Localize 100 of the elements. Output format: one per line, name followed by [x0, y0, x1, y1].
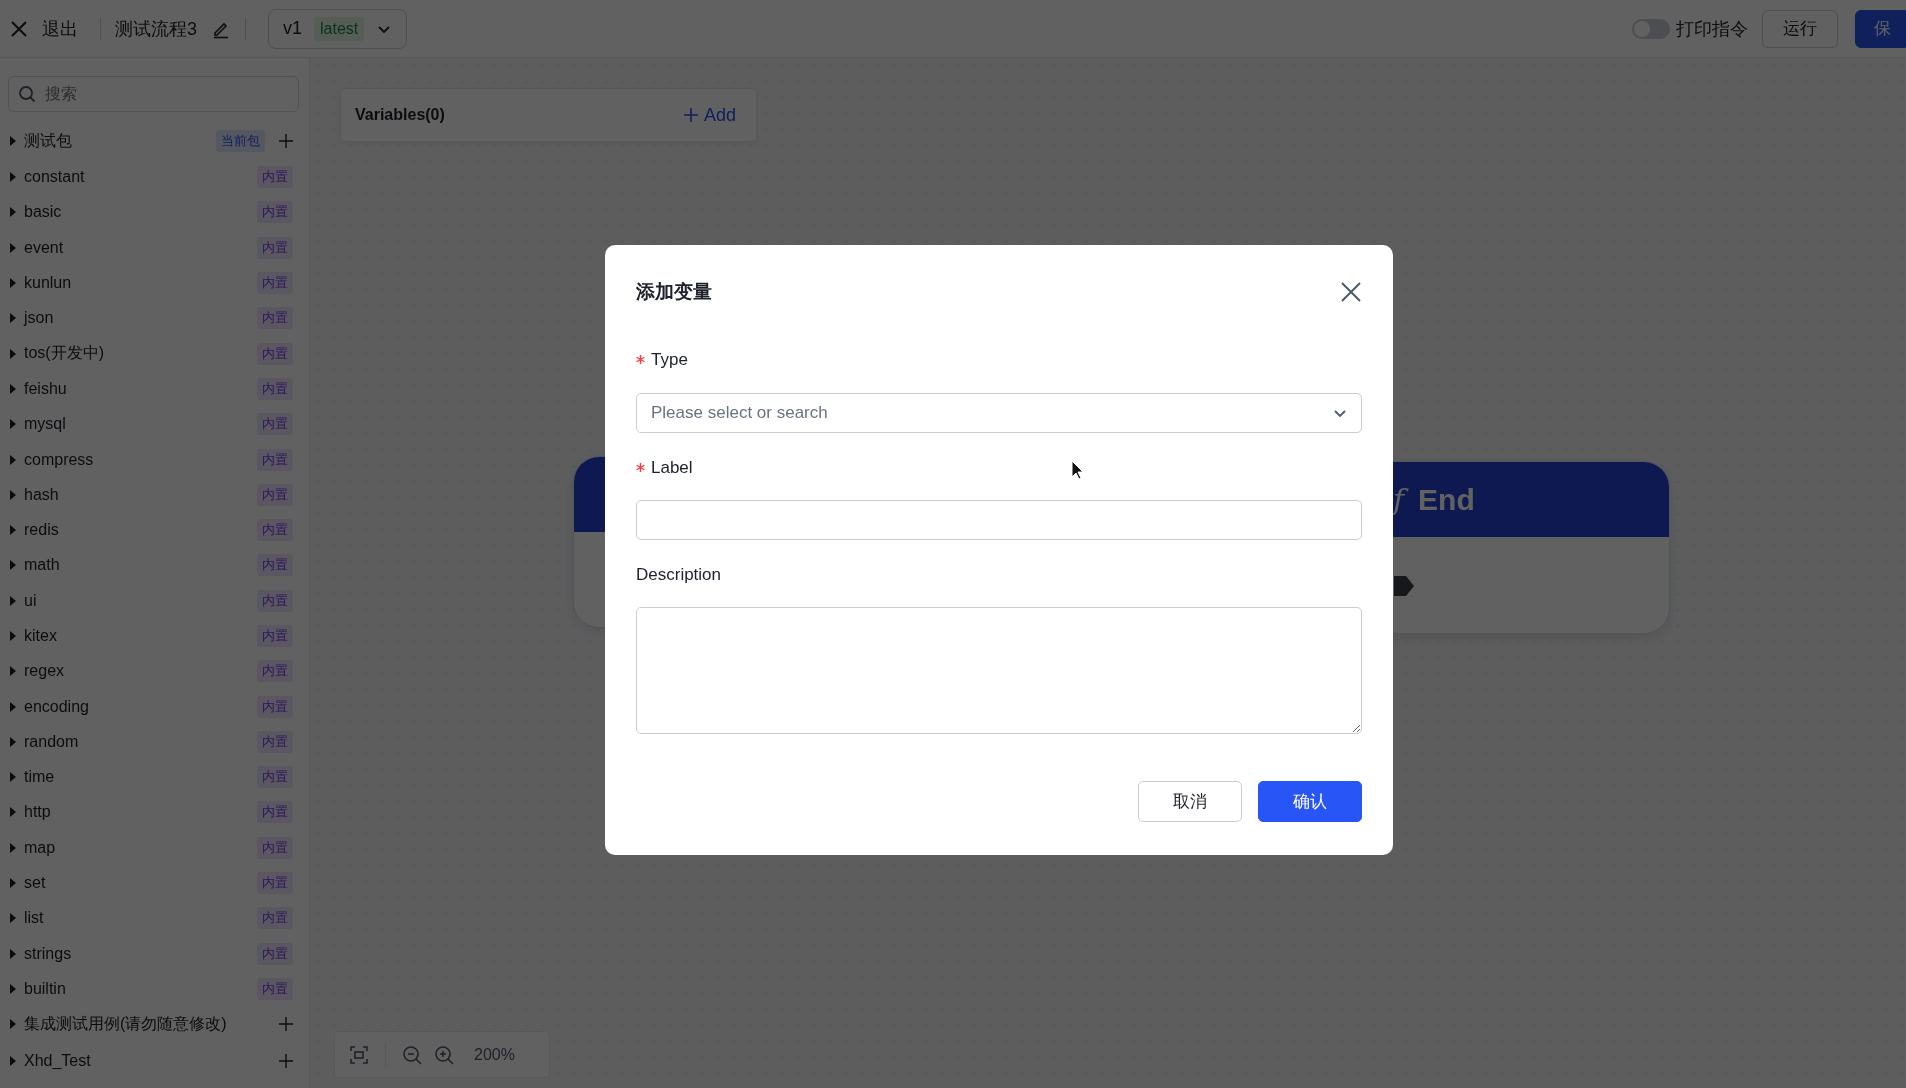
caret-icon[interactable]: [10, 983, 16, 994]
caret-icon[interactable]: [10, 489, 16, 500]
package-tag: 内置: [257, 625, 293, 647]
package-tag: 内置: [257, 766, 293, 789]
caret-icon[interactable]: [10, 454, 16, 465]
cancel-button[interactable]: 取消: [1138, 781, 1242, 822]
package-name[interactable]: map: [24, 838, 257, 857]
zoom-in-icon[interactable]: [434, 1044, 454, 1065]
zoom-out-icon[interactable]: [402, 1044, 422, 1065]
package-name[interactable]: random: [24, 732, 257, 751]
package-name[interactable]: basic: [24, 203, 257, 222]
caret-icon[interactable]: [10, 631, 16, 641]
caret-icon[interactable]: [10, 383, 16, 394]
package-name[interactable]: kitex: [24, 627, 257, 645]
package-name[interactable]: event: [24, 238, 257, 257]
package-tag: 内置: [257, 977, 293, 1000]
package-name[interactable]: Xhd_Test: [24, 1051, 271, 1070]
caret-icon[interactable]: [10, 348, 16, 359]
package-tag: 内置: [257, 836, 293, 859]
package-tag: 当前包: [216, 130, 265, 153]
cursor-icon: [1071, 460, 1085, 480]
package-name[interactable]: compress: [24, 450, 257, 469]
caret-icon[interactable]: [10, 772, 16, 783]
caret-icon[interactable]: [10, 242, 16, 253]
confirm-button[interactable]: 确认: [1258, 781, 1362, 822]
package-name[interactable]: list: [24, 909, 257, 928]
package-name[interactable]: builtin: [24, 979, 257, 998]
package-name[interactable]: feishu: [24, 379, 257, 398]
package-name[interactable]: 集成测试用例(请勿随意修改): [24, 1013, 271, 1035]
caret-icon[interactable]: [10, 419, 16, 430]
package-tag: 内置: [257, 695, 293, 718]
package-name[interactable]: hash: [24, 485, 257, 504]
package-tag: 内置: [257, 801, 293, 824]
version-tag: latest: [314, 16, 365, 41]
package-name[interactable]: json: [24, 309, 257, 328]
package-name[interactable]: tos(开发中): [24, 343, 257, 365]
close-button[interactable]: [1340, 280, 1362, 303]
caret-icon[interactable]: [10, 842, 16, 853]
caret-icon[interactable]: [10, 948, 16, 959]
caret-icon[interactable]: [10, 595, 16, 606]
caret-icon[interactable]: [10, 807, 16, 818]
search-icon: [18, 85, 36, 103]
plus-icon[interactable]: [279, 1053, 293, 1068]
caret-icon[interactable]: [10, 278, 16, 289]
package-name[interactable]: http: [24, 803, 257, 822]
package-tag: 内置: [257, 554, 293, 577]
node-title: End: [1418, 482, 1475, 517]
flow-name: 测试流程3: [115, 17, 197, 41]
caret-icon[interactable]: [10, 736, 16, 747]
toggle-label: 打印指令: [1676, 17, 1748, 41]
package-name[interactable]: math: [24, 556, 257, 575]
caret-icon[interactable]: [10, 560, 16, 571]
caret-icon[interactable]: [10, 525, 16, 536]
package-tag: 内置: [257, 942, 293, 965]
package-name[interactable]: regex: [24, 662, 257, 681]
field-label: Description: [636, 565, 722, 586]
caret-icon[interactable]: [10, 701, 16, 712]
caret-icon[interactable]: [10, 878, 16, 889]
caret-icon[interactable]: [10, 313, 16, 324]
port-icon[interactable]: [1392, 574, 1416, 598]
package-name[interactable]: encoding: [24, 697, 257, 716]
version-select[interactable]: v1 latest: [268, 8, 408, 49]
zoom-level: 200%: [474, 1045, 515, 1064]
select-field[interactable]: Please select or search: [636, 392, 1362, 433]
caret-icon[interactable]: [10, 207, 16, 218]
save-button[interactable]: 保: [1855, 9, 1906, 48]
add-link[interactable]: Add: [683, 104, 736, 126]
plus-icon[interactable]: [279, 1017, 293, 1032]
caret-icon[interactable]: [10, 666, 16, 677]
package-name[interactable]: time: [24, 768, 257, 787]
panel-title: Variables(0): [355, 106, 445, 124]
field-label: Label: [651, 457, 693, 478]
close-icon: [10, 19, 28, 38]
fit-view-icon[interactable]: [349, 1044, 369, 1065]
package-tag: 内置: [257, 730, 293, 753]
package-name[interactable]: strings: [24, 944, 257, 963]
package-name[interactable]: redis: [24, 521, 257, 540]
plus-icon: [683, 108, 698, 122]
package-name[interactable]: set: [24, 874, 257, 893]
input-field[interactable]: [636, 499, 1362, 541]
package-tag: 内置: [257, 660, 293, 683]
package-name[interactable]: 测试包: [24, 130, 216, 152]
caret-icon[interactable]: [10, 1055, 16, 1066]
package-tag: 内置: [257, 872, 293, 895]
package-tag: 内置: [257, 201, 293, 224]
package-tag: 内置: [257, 272, 293, 295]
run-button[interactable]: 运行: [1762, 9, 1838, 48]
plus-icon[interactable]: [279, 134, 293, 149]
caret-icon[interactable]: [10, 172, 16, 183]
package-name[interactable]: constant: [24, 168, 257, 187]
caret-icon[interactable]: [10, 1019, 16, 1030]
package-name[interactable]: mysql: [24, 415, 257, 434]
package-tag: 内置: [257, 589, 293, 612]
package-tag: 内置: [257, 342, 293, 365]
exit-button[interactable]: 退出: [10, 16, 86, 41]
package-name[interactable]: kunlun: [24, 274, 257, 293]
package-name[interactable]: ui: [24, 591, 257, 610]
package-tag: 内置: [257, 236, 293, 259]
caret-icon[interactable]: [10, 136, 16, 147]
caret-icon[interactable]: [10, 913, 16, 924]
